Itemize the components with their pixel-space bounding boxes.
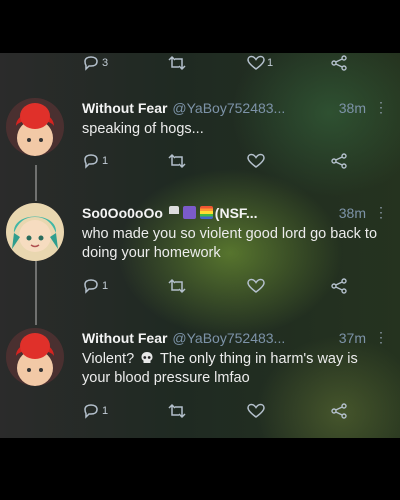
tweet-text: who made you so violent good lord go bac… [82,226,378,261]
pennant-flag-icon [168,206,179,219]
name-badge: (NSF... [214,205,258,221]
tweet-2[interactable]: So0Oo0oOo (NSF... 38m ⋮ who made you so … [0,203,400,318]
more-icon[interactable]: ⋮ [374,99,388,116]
more-icon[interactable]: ⋮ [374,329,388,346]
rainbow-flag-icon [199,206,213,219]
timestamp: 37m [338,330,366,346]
reply-icon [84,404,98,419]
tweet-action-bar: 1 [82,278,372,300]
share-button[interactable] [330,55,348,71]
share-button[interactable] [330,153,348,169]
like-count: 1 [267,57,274,69]
share-icon [331,278,347,294]
user-handle[interactable]: @YaBoy752483... [172,330,285,346]
top-action-bar: 3 1 [82,55,372,77]
tweet-header: Without Fear @YaBoy752483... 37m ⋮ [82,329,392,350]
teal-hair-cookie-character-avatar [6,203,64,261]
retweet-button[interactable] [167,403,187,419]
skull-icon [141,352,153,363]
like-button[interactable] [247,153,265,169]
reply-count: 1 [102,280,109,292]
share-icon [331,403,347,419]
reply-count: 1 [102,155,109,167]
retweet-icon [168,278,186,294]
share-icon [331,55,347,71]
tweet-action-bar: 1 [82,403,372,425]
display-name[interactable]: Without Fear [82,330,167,346]
reply-icon [84,154,98,169]
reply-button[interactable]: 3 [82,55,108,71]
timestamp: 38m [338,100,366,116]
like-button[interactable]: 1 [247,55,273,71]
reply-icon [84,279,98,294]
display-name[interactable]: Without Fear [82,100,167,116]
share-icon [331,153,347,169]
user-handle[interactable]: @YaBoy752483... [172,100,285,116]
heart-icon [247,278,265,293]
timestamp: 38m [338,205,366,221]
like-button[interactable] [247,278,265,294]
more-icon[interactable]: ⋮ [374,204,388,221]
heart-icon [247,403,265,418]
tweet-text: speaking of hogs... [82,121,204,137]
heart-icon [247,153,265,168]
display-name[interactable]: So0Oo0oOo [82,205,163,221]
retweet-icon [168,403,186,419]
red-hair-character-avatar [6,98,64,156]
purple-heart-box-icon [182,206,196,219]
share-button[interactable] [330,278,348,294]
avatar[interactable] [6,203,64,261]
avatar[interactable] [6,98,64,156]
tweet-1[interactable]: Without Fear @YaBoy752483... 38m ⋮ speaki… [0,98,400,213]
retweet-icon [168,55,186,71]
reply-button[interactable]: 1 [82,278,108,294]
reply-button[interactable]: 1 [82,403,108,419]
heart-icon [247,55,265,70]
reply-count: 3 [102,57,109,69]
tweet-header: Without Fear @YaBoy752483... 38m ⋮ [82,99,392,120]
retweet-button[interactable] [167,278,187,294]
tweet-header: So0Oo0oOo (NSF... 38m ⋮ [82,204,392,225]
retweet-button[interactable] [167,153,187,169]
avatar[interactable] [6,328,64,386]
share-button[interactable] [330,403,348,419]
retweet-button[interactable] [167,55,187,71]
video-frame: 3 1 Without Fear @YaBoy752483... 38m ⋮ s… [0,53,400,438]
reply-count: 1 [102,405,109,417]
tweet-text-part: Violent? [82,351,135,367]
reply-button[interactable]: 1 [82,153,108,169]
retweet-icon [168,153,186,169]
tweet-3[interactable]: Without Fear @YaBoy752483... 37m ⋮ Violen… [0,328,400,438]
red-hair-character-avatar [6,328,64,386]
reply-icon [84,56,98,71]
tweet-text: Violent? The only thing in harm's way is… [82,350,382,388]
like-button[interactable] [247,403,265,419]
tweet-action-bar: 1 [82,153,372,175]
